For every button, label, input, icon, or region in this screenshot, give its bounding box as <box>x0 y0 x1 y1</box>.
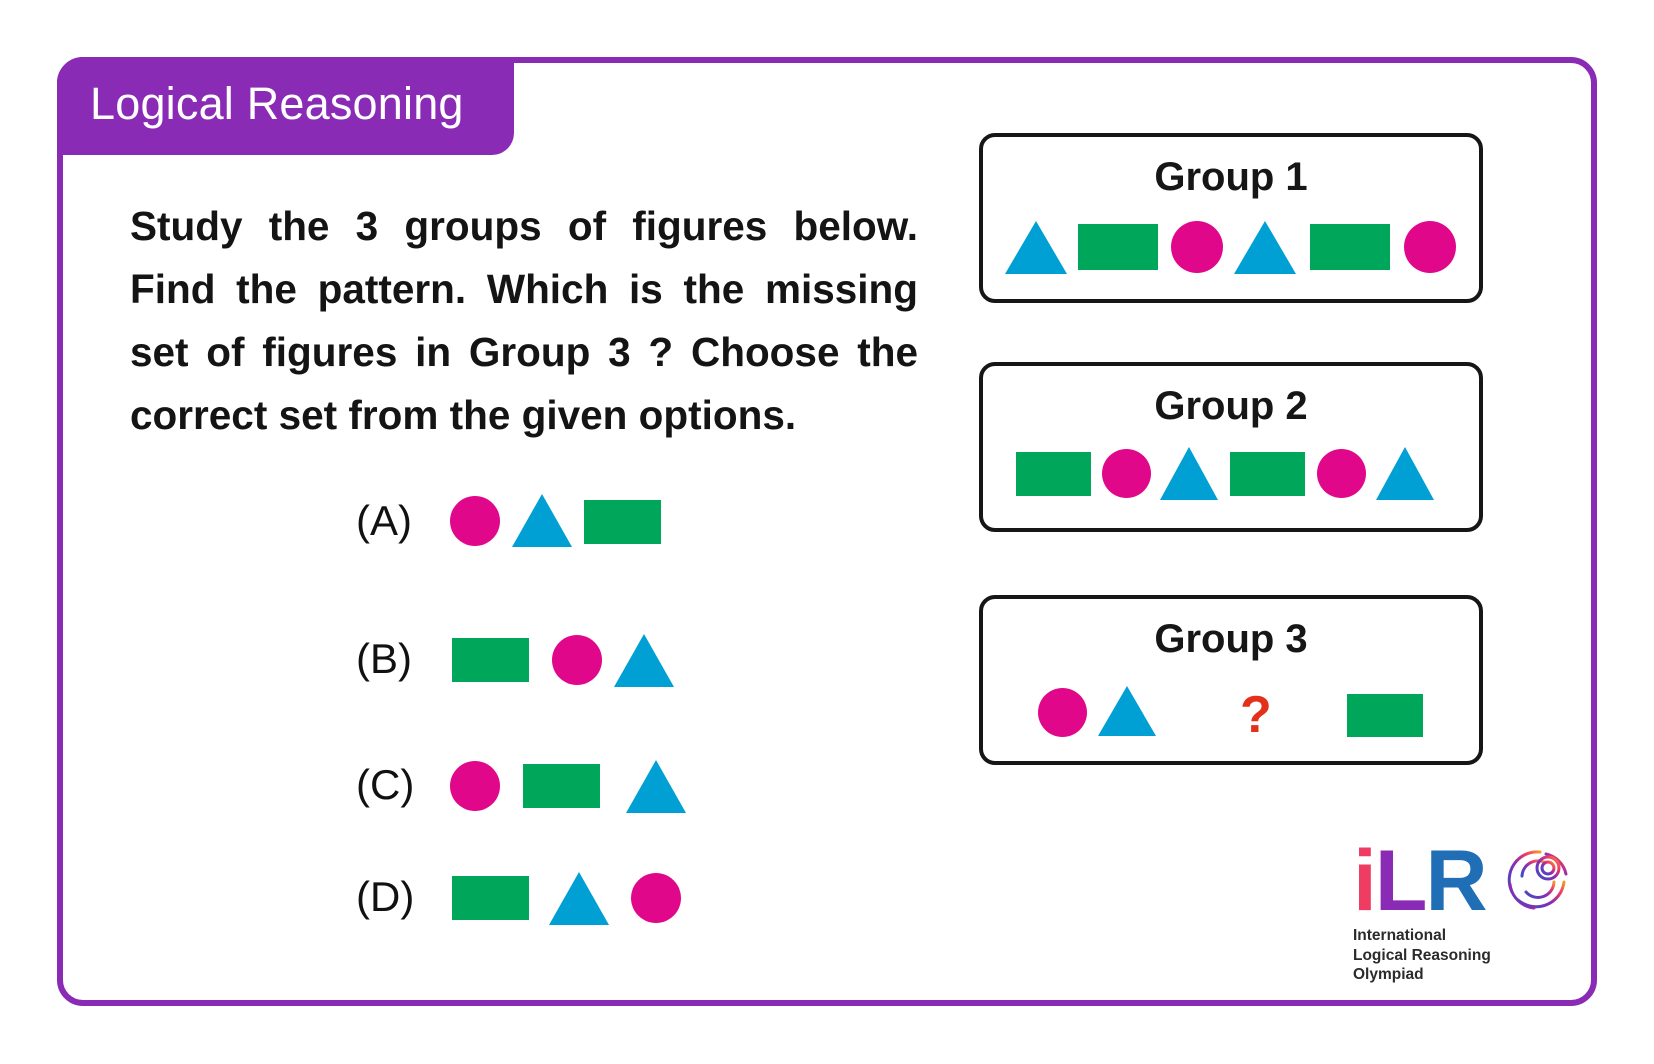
triangle-icon <box>512 494 572 547</box>
rectangle-icon <box>452 638 529 682</box>
rectangle-icon <box>1078 224 1158 270</box>
rectangle-icon <box>523 764 600 808</box>
logo-caption-line: International <box>1353 927 1447 944</box>
rectangle-icon <box>452 876 529 920</box>
triangle-icon <box>614 634 674 687</box>
rectangle-icon <box>1230 452 1305 496</box>
option-c-label[interactable]: (C) <box>356 760 426 810</box>
logo-caption-line: Olympiad <box>1353 966 1424 983</box>
logo-swirl-o-icon <box>1507 850 1568 910</box>
triangle-icon <box>1005 221 1067 274</box>
option-a-label[interactable]: (A) <box>356 496 426 546</box>
triangle-icon <box>1234 221 1296 274</box>
option-d-label[interactable]: (D) <box>356 872 426 922</box>
triangle-icon <box>1098 686 1156 736</box>
question-text: Study the 3 groups of figures below. Fin… <box>130 203 918 438</box>
circle-icon <box>631 873 681 923</box>
circle-icon <box>1404 221 1456 273</box>
group-2-box: Group 2 <box>979 362 1483 532</box>
circle-icon <box>1171 221 1223 273</box>
triangle-icon <box>1160 447 1218 500</box>
ilro-logo: iLR International Logical Reasoning Olym… <box>1353 838 1583 988</box>
rectangle-icon <box>1310 224 1390 270</box>
circle-icon <box>1038 688 1087 737</box>
logo-letter-l: L <box>1374 833 1428 929</box>
group-1-box: Group 1 <box>979 133 1483 303</box>
logo-letter-i: i <box>1353 833 1377 929</box>
option-b-label[interactable]: (B) <box>356 634 426 684</box>
group-3-box: Group 3 ? <box>979 595 1483 765</box>
group-1-title: Group 1 <box>1154 155 1308 199</box>
logo-caption-line: Logical Reasoning <box>1353 946 1491 964</box>
logo-wordmark: iLR <box>1353 838 1488 924</box>
rectangle-icon <box>1016 452 1091 496</box>
rectangle-icon <box>1347 694 1423 737</box>
circle-icon <box>1102 449 1151 498</box>
triangle-icon <box>549 872 609 925</box>
logo-caption: International Logical Reasoning Olympiad <box>1353 926 1491 985</box>
triangle-icon <box>626 760 686 813</box>
category-title: Logical Reasoning <box>90 78 464 129</box>
group-3-title: Group 3 <box>1154 617 1308 661</box>
triangle-icon <box>1376 447 1434 500</box>
circle-icon <box>552 635 602 685</box>
circle-icon <box>1317 449 1366 498</box>
circle-icon <box>450 761 500 811</box>
circle-icon <box>450 496 500 546</box>
rectangle-icon <box>584 500 661 544</box>
logo-letter-r: R <box>1425 833 1487 929</box>
missing-figures-question-mark: ? <box>1240 686 1272 744</box>
group-2-title: Group 2 <box>1154 384 1308 428</box>
